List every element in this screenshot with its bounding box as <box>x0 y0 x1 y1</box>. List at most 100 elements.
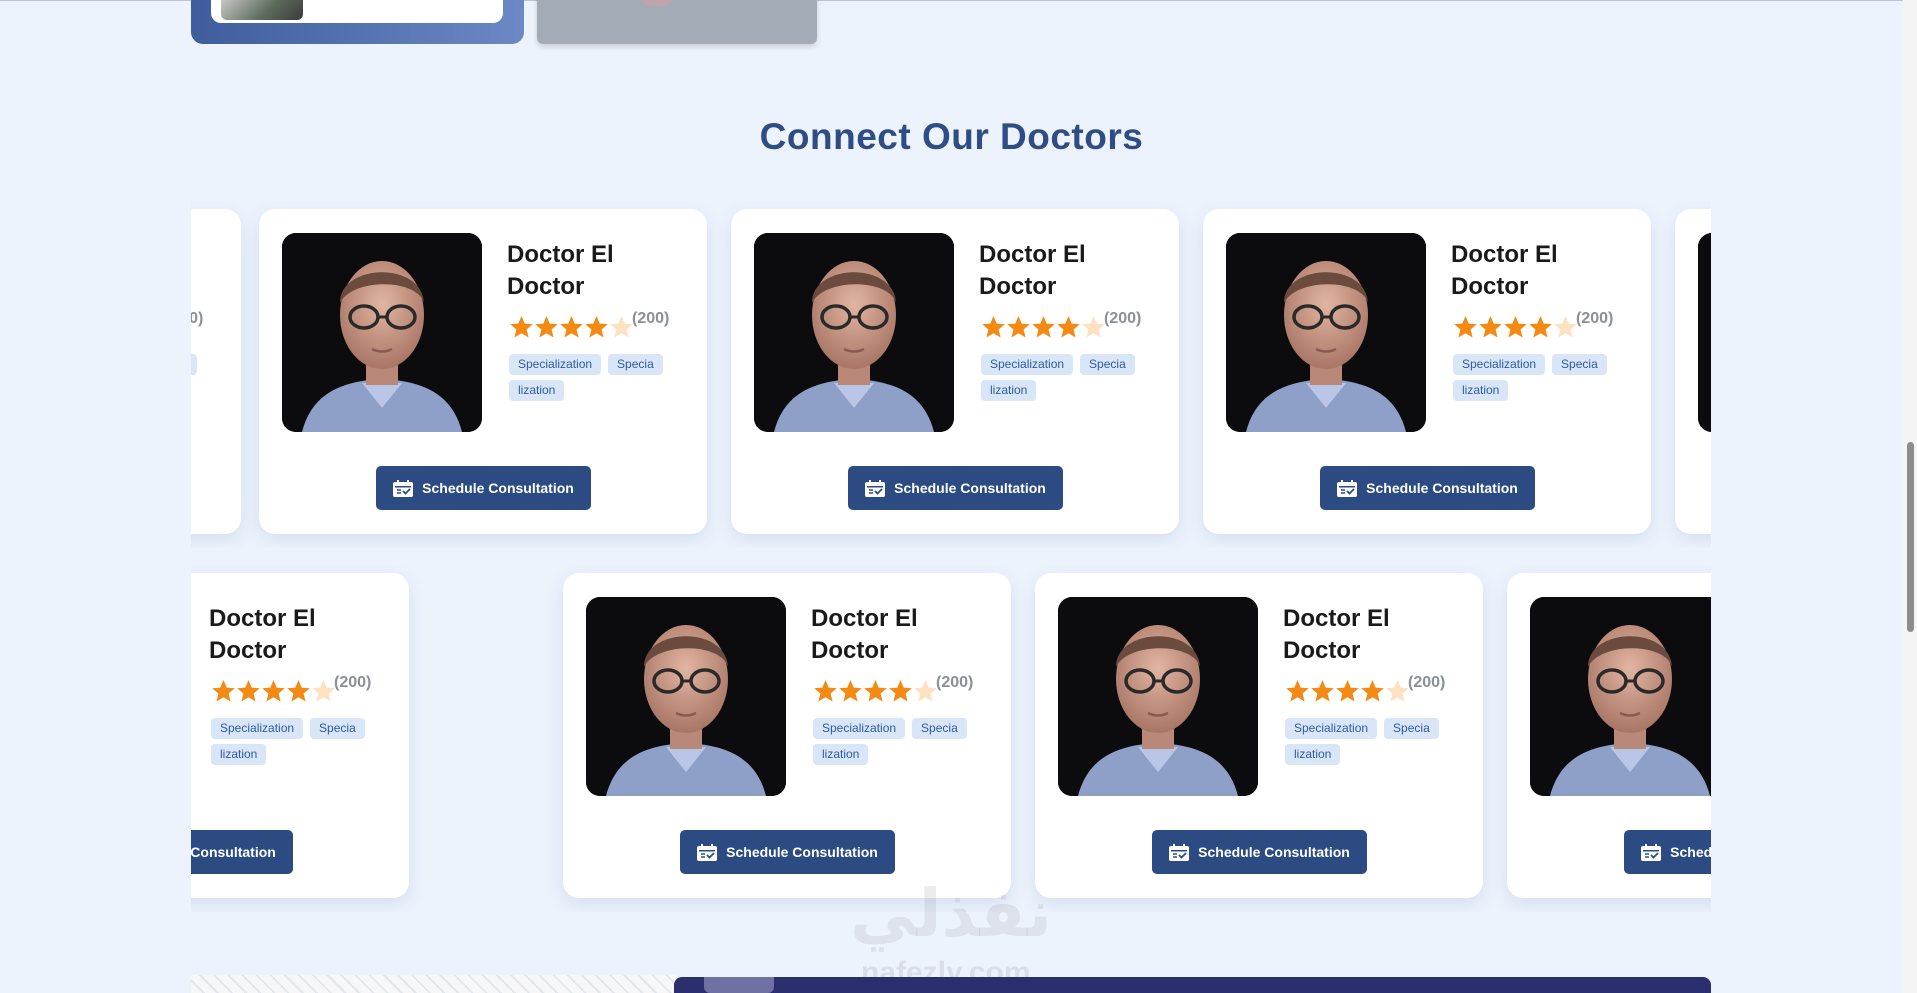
specialization-tag: lization <box>509 380 565 401</box>
specialization-tag: Specia <box>608 354 663 375</box>
doctor-card[interactable]: Doctor El Doctor (200) Specialization Sp… <box>259 209 707 534</box>
star-filled-icon <box>1286 679 1309 701</box>
calendar-check-icon <box>865 479 886 497</box>
doctor-photo <box>754 233 954 432</box>
specialization-tag: lization <box>813 744 869 765</box>
doctor-photo <box>1698 233 1711 432</box>
review-count: (200) <box>936 674 974 691</box>
star-filled-icon <box>212 679 235 701</box>
schedule-consultation-button[interactable]: Schedule Consultation <box>376 466 591 510</box>
previous-card-content <box>211 0 503 23</box>
schedule-consultation-button[interactable]: Schedule Consultation <box>1320 466 1535 510</box>
star-filled-icon <box>814 679 837 701</box>
doctor-photo <box>586 597 786 796</box>
calendar-check-icon <box>1337 479 1358 497</box>
star-filled-icon <box>1032 315 1055 337</box>
scrollbar-thumb[interactable] <box>1907 442 1914 632</box>
specialization-tag: Specia <box>1552 354 1607 375</box>
doctor-rating <box>1453 314 1578 340</box>
calendar-check-icon <box>1169 843 1190 861</box>
review-count: (200) <box>1408 674 1446 691</box>
doctor-rating <box>509 314 634 340</box>
specialization-tags: Specialization Specia lization <box>1285 718 1465 765</box>
star-filled-icon <box>1361 679 1384 701</box>
doctors-carousel-row-2[interactable]: Doctor El Doctor (200) Specialization Sp… <box>191 565 1711 912</box>
specialization-tag: Specialization <box>813 718 906 739</box>
star-filled-icon <box>982 315 1005 337</box>
star-filled-icon <box>262 679 285 701</box>
previous-card-image-fragment <box>637 0 677 6</box>
doctor-card[interactable]: Doctor El Doctor (200) Specialization Sp… <box>1675 209 1711 534</box>
doctor-card[interactable]: Doctor El Doctor (200) Specialization Sp… <box>1507 573 1711 898</box>
doctor-name[interactable]: Doctor El Doctor <box>1283 603 1463 667</box>
specialization-tag: Specia <box>912 718 967 739</box>
doctor-name[interactable]: Doctor El Doctor <box>507 239 687 303</box>
review-count: (200) <box>191 310 204 327</box>
specialization-tag: lization <box>981 380 1037 401</box>
doctor-name[interactable]: Doctor El Doctor <box>191 239 221 303</box>
schedule-consultation-button[interactable]: Schedule Consultation <box>848 466 1063 510</box>
schedule-consultation-label: Schedule Consultation <box>726 844 878 860</box>
specialization-tags: Specialization Specia lization <box>981 354 1161 401</box>
specialization-tag: Specialization <box>981 354 1074 375</box>
doctor-name[interactable]: Doctor El Doctor <box>1451 239 1631 303</box>
specialization-tag: lization <box>1285 744 1341 765</box>
doctors-carousel-row-1[interactable]: Doctor El Doctor (200) Specialization Sp… <box>191 201 1711 548</box>
schedule-consultation-button[interactable]: Schedule Consultation <box>680 830 895 874</box>
doctor-card[interactable]: Doctor El Doctor (200) Specialization Sp… <box>191 573 409 898</box>
star-filled-icon <box>287 679 310 701</box>
star-filled-icon <box>1057 315 1080 337</box>
doctor-photo <box>1058 597 1258 796</box>
doctor-name[interactable]: Doctor El Doctor <box>979 239 1159 303</box>
specialization-tag: lization <box>1453 380 1509 401</box>
next-section-banner-tab <box>704 977 774 993</box>
schedule-consultation-button[interactable]: Schedule Consultation <box>1152 830 1367 874</box>
doctor-photo <box>282 233 482 432</box>
next-section-pattern <box>191 975 676 993</box>
section-title: Connect Our Doctors <box>759 116 1144 157</box>
star-empty-icon <box>610 315 633 337</box>
star-filled-icon <box>237 679 260 701</box>
specialization-tag: Specia <box>191 354 197 375</box>
doctor-card[interactable]: Doctor El Doctor (200) Specialization Sp… <box>563 573 1011 898</box>
doctor-card[interactable]: Doctor El Doctor (200) Specialization Sp… <box>1035 573 1483 898</box>
star-empty-icon <box>312 679 335 701</box>
star-filled-icon <box>510 315 533 337</box>
star-filled-icon <box>1454 315 1477 337</box>
doctor-rating <box>813 678 938 704</box>
specialization-tags: Specialization Specia lization <box>509 354 689 401</box>
schedule-consultation-label: Schedule Consultation <box>191 844 276 860</box>
previous-section-card[interactable] <box>191 0 524 44</box>
star-filled-icon <box>889 679 912 701</box>
watermark-arabic: نفذلي <box>850 875 1052 952</box>
calendar-check-icon <box>697 843 718 861</box>
specialization-tag: Specia <box>1384 718 1439 739</box>
star-filled-icon <box>1504 315 1527 337</box>
schedule-consultation-button[interactable]: Schedule Consultation <box>191 830 293 874</box>
calendar-check-icon <box>393 479 414 497</box>
previous-section-card-dimmed[interactable] <box>537 0 817 44</box>
doctor-photo <box>1530 597 1711 796</box>
specialization-tags: Specialization Specia lization <box>1453 354 1633 401</box>
star-filled-icon <box>839 679 862 701</box>
doctor-rating <box>1285 678 1410 704</box>
doctor-card[interactable]: Doctor El Doctor (200) Specialization Sp… <box>1203 209 1651 534</box>
review-count: (200) <box>1104 310 1142 327</box>
schedule-consultation-button[interactable]: Schedule Consultation <box>1624 830 1711 874</box>
doctor-rating <box>981 314 1106 340</box>
specialization-tag: Specia <box>1080 354 1135 375</box>
star-filled-icon <box>1529 315 1552 337</box>
next-section-banner <box>674 977 1711 993</box>
star-filled-icon <box>1007 315 1030 337</box>
specialization-tags: Specialization Specia lization <box>211 718 391 765</box>
specialization-tags: Specialization Specia lization <box>813 718 993 765</box>
doctor-name[interactable]: Doctor El Doctor <box>811 603 991 667</box>
schedule-consultation-label: Schedule Consultation <box>1198 844 1350 860</box>
specialization-tag: Specialization <box>1453 354 1546 375</box>
doctor-card[interactable]: Doctor El Doctor (200) Specialization Sp… <box>191 209 241 534</box>
doctor-card[interactable]: Doctor El Doctor (200) Specialization Sp… <box>731 209 1179 534</box>
specialization-tag: Specialization <box>1285 718 1378 739</box>
specialization-tag: Specialization <box>509 354 602 375</box>
star-filled-icon <box>1336 679 1359 701</box>
doctor-name[interactable]: Doctor El Doctor <box>209 603 389 667</box>
